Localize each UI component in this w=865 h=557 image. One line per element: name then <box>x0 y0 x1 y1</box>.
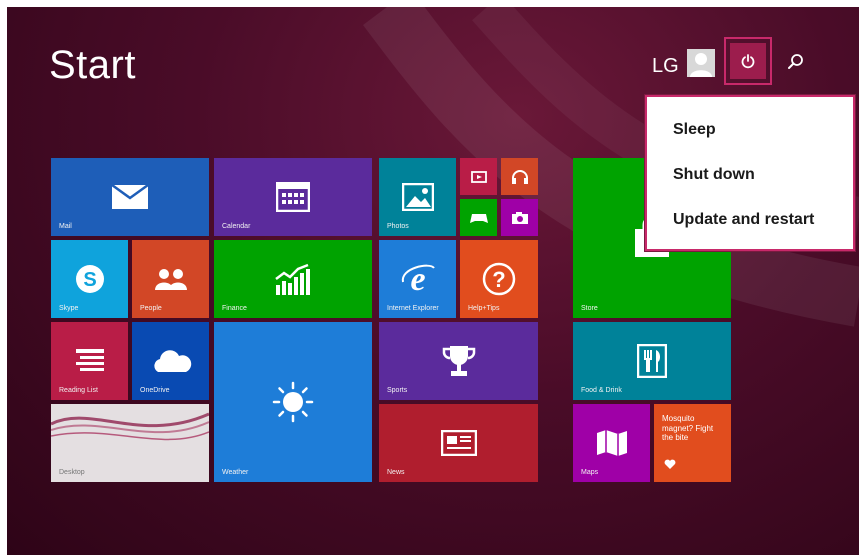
envelope-icon <box>111 184 149 210</box>
user-name[interactable]: LG <box>652 55 679 78</box>
tile-label: Photos <box>387 223 409 230</box>
sun-icon <box>272 381 314 423</box>
headphones-icon <box>511 169 529 185</box>
tile-label: News <box>387 469 405 476</box>
tile-news[interactable]: News <box>379 404 538 482</box>
photo-icon <box>401 183 434 211</box>
tile-games[interactable] <box>460 199 497 236</box>
tile-label: People <box>140 305 162 312</box>
page-title: Start <box>49 43 136 87</box>
tile-label: OneDrive <box>140 387 170 394</box>
fork-knife-icon <box>637 344 667 378</box>
tile-label: Desktop <box>59 469 85 476</box>
tile-label: Weather <box>222 469 249 476</box>
start-screen: Start LG Mail Calendar Photos S Skype Pe… <box>7 7 859 555</box>
tile-people[interactable]: People <box>132 240 209 318</box>
tile-skype[interactable]: S Skype <box>51 240 128 318</box>
tile-label: Store <box>581 305 598 312</box>
trophy-icon <box>441 344 477 378</box>
video-icon <box>470 170 487 183</box>
game-controller-icon <box>469 212 489 224</box>
reading-list-icon <box>74 347 106 375</box>
tile-label: Mail <box>59 223 72 230</box>
tile-headline: Mosquito magnet? Fight the bite <box>662 414 714 443</box>
tile-sports[interactable]: Sports <box>379 322 538 400</box>
menu-item-sleep[interactable]: Sleep <box>673 121 716 139</box>
tile-photos[interactable]: Photos <box>379 158 456 236</box>
tile-internet-explorer[interactable]: e Internet Explorer <box>379 240 456 318</box>
map-icon <box>595 429 629 457</box>
tile-health[interactable]: Mosquito magnet? Fight the bite <box>654 404 731 482</box>
menu-item-update-and-restart[interactable]: Update and restart <box>673 211 814 229</box>
power-button[interactable] <box>724 37 772 85</box>
tile-label: Finance <box>222 305 247 312</box>
tile-help-tips[interactable]: ? Help+Tips <box>460 240 538 318</box>
internet-explorer-icon: e <box>400 262 436 296</box>
tile-desktop[interactable]: Desktop <box>51 404 209 482</box>
cloud-icon <box>150 348 192 374</box>
help-icon: ? <box>482 262 516 296</box>
tile-label: Internet Explorer <box>387 305 439 312</box>
tile-weather[interactable]: Weather <box>214 322 372 482</box>
power-menu: Sleep Shut down Update and restart <box>645 95 855 251</box>
tile-label: Maps <box>581 469 599 476</box>
tile-finance[interactable]: Finance <box>214 240 372 318</box>
tile-video[interactable] <box>460 158 497 195</box>
tile-music[interactable] <box>501 158 538 195</box>
power-icon <box>741 54 755 69</box>
tile-label: Food & Drink <box>581 387 622 394</box>
camera-icon <box>511 211 529 225</box>
search-icon[interactable] <box>787 53 805 71</box>
skype-icon: S <box>74 263 106 295</box>
tile-maps[interactable]: Maps <box>573 404 650 482</box>
news-icon <box>440 430 477 456</box>
tile-label: Reading List <box>59 387 98 394</box>
people-icon <box>153 267 189 291</box>
tile-mail[interactable]: Mail <box>51 158 209 236</box>
svg-text:S: S <box>83 269 96 291</box>
tile-label: Help+Tips <box>468 305 500 312</box>
svg-text:?: ? <box>492 267 505 292</box>
tile-camera[interactable] <box>501 199 538 236</box>
tile-calendar[interactable]: Calendar <box>214 158 372 236</box>
finance-chart-icon <box>274 263 312 295</box>
heart-icon <box>664 457 676 475</box>
tile-label: Skype <box>59 305 79 312</box>
tile-food-drink[interactable]: Food & Drink <box>573 322 731 400</box>
user-avatar-icon[interactable] <box>687 49 715 77</box>
tile-label: Calendar <box>222 223 251 230</box>
tile-reading-list[interactable]: Reading List <box>51 322 128 400</box>
calendar-icon <box>276 182 310 212</box>
menu-item-shut-down[interactable]: Shut down <box>673 166 755 184</box>
tile-label: Sports <box>387 387 408 394</box>
tile-onedrive[interactable]: OneDrive <box>132 322 209 400</box>
